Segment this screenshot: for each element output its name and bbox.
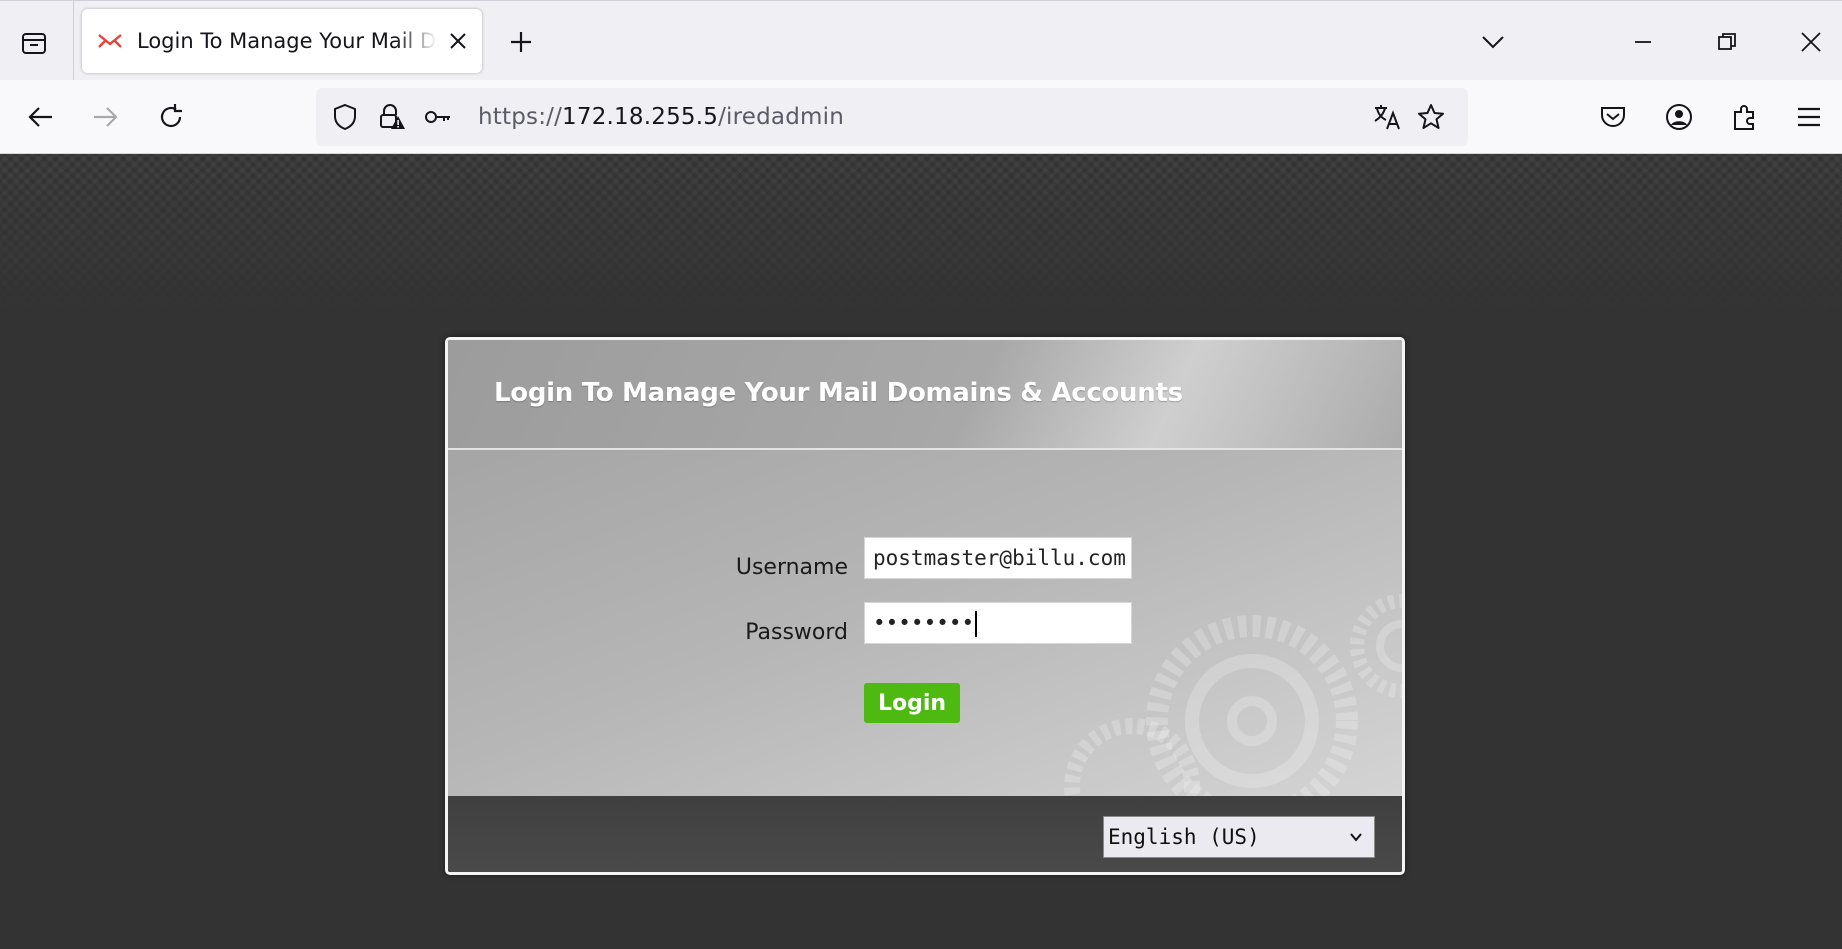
username-input[interactable]: postmaster@billu.com bbox=[864, 537, 1132, 579]
account-icon[interactable] bbox=[1662, 100, 1696, 134]
url-text[interactable]: https://172.18.255.5/iredadmin bbox=[478, 104, 844, 130]
password-masked-value: •••••••• bbox=[873, 611, 975, 635]
mail-favicon-icon bbox=[98, 34, 122, 48]
login-form: Username postmaster@billu.com Password •… bbox=[448, 450, 1402, 796]
translate-icon[interactable] bbox=[1372, 102, 1402, 132]
language-selected-value: English (US) bbox=[1108, 825, 1260, 849]
new-tab-plus-icon[interactable] bbox=[506, 27, 536, 57]
tracking-protection-shield-icon[interactable] bbox=[330, 102, 360, 132]
username-label: Username bbox=[735, 555, 848, 580]
minimize-window-icon[interactable] bbox=[1628, 27, 1658, 57]
reload-icon[interactable] bbox=[154, 100, 188, 134]
login-button[interactable]: Login bbox=[864, 683, 960, 723]
back-arrow-icon[interactable] bbox=[24, 100, 58, 134]
insecure-lock-warning-icon[interactable] bbox=[376, 102, 406, 132]
language-select[interactable]: English (US) bbox=[1103, 816, 1375, 858]
bookmark-star-icon[interactable] bbox=[1416, 102, 1446, 132]
navigation-toolbar: https://172.18.255.5/iredadmin bbox=[0, 80, 1842, 154]
login-header: Login To Manage Your Mail Domains & Acco… bbox=[448, 340, 1402, 450]
saved-password-key-icon[interactable] bbox=[422, 102, 452, 132]
close-tab-icon[interactable] bbox=[446, 29, 470, 53]
chevron-down-icon bbox=[1350, 833, 1362, 842]
firefox-view-icon[interactable] bbox=[16, 25, 52, 61]
login-heading: Login To Manage Your Mail Domains & Acco… bbox=[494, 378, 1183, 408]
text-cursor bbox=[975, 611, 978, 637]
login-panel: Login To Manage Your Mail Domains & Acco… bbox=[445, 337, 1405, 875]
forward-arrow-icon[interactable] bbox=[88, 100, 122, 134]
active-tab[interactable]: Login To Manage Your Mail Domains & Acco… bbox=[82, 9, 482, 73]
address-bar[interactable]: https://172.18.255.5/iredadmin bbox=[316, 88, 1468, 146]
list-all-tabs-chevron-icon[interactable] bbox=[1478, 27, 1508, 57]
login-footer: English (US) bbox=[448, 796, 1402, 872]
tab-bar: Login To Manage Your Mail Domains & Acco… bbox=[0, 0, 1842, 81]
tab-title: Login To Manage Your Mail Domains & Acco… bbox=[137, 29, 437, 53]
page-content: Login To Manage Your Mail Domains & Acco… bbox=[0, 154, 1842, 949]
restore-window-icon[interactable] bbox=[1712, 27, 1742, 57]
pocket-icon[interactable] bbox=[1596, 100, 1630, 134]
close-window-icon[interactable] bbox=[1796, 27, 1826, 57]
password-input[interactable]: •••••••• bbox=[864, 602, 1132, 644]
password-label: Password bbox=[745, 620, 848, 645]
extensions-puzzle-icon[interactable] bbox=[1728, 100, 1762, 134]
tab-separator bbox=[73, 1, 74, 81]
hamburger-menu-icon[interactable] bbox=[1792, 100, 1826, 134]
